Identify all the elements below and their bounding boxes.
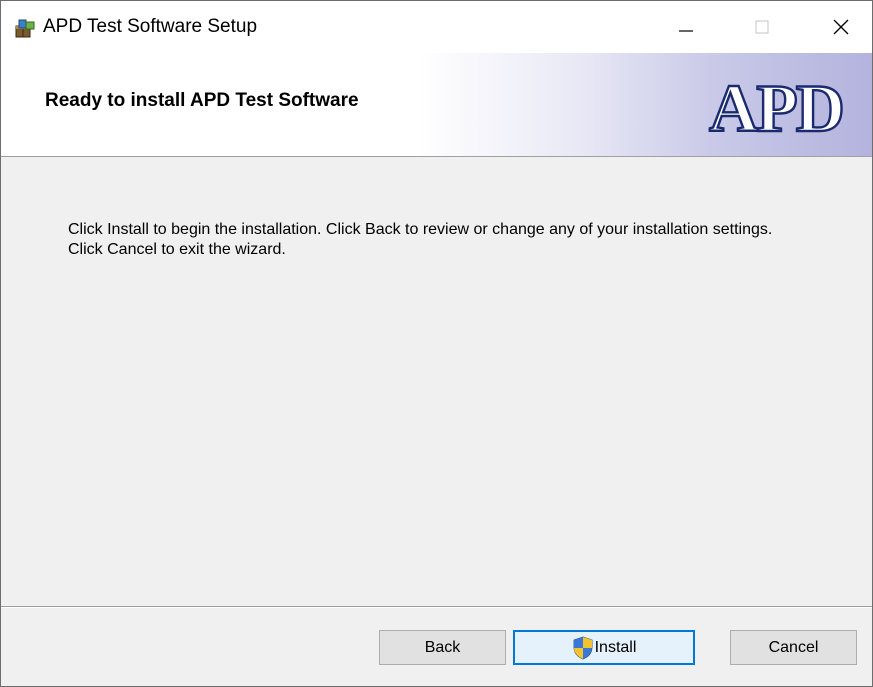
cancel-button-label: Cancel [768, 638, 819, 656]
window-title: APD Test Software Setup [43, 16, 258, 37]
install-button-label: Install [594, 638, 637, 656]
instructions-text: Click Install to begin the installation.… [68, 221, 773, 258]
apd-logo: APD [708, 69, 846, 147]
footer-divider [1, 606, 872, 608]
close-button[interactable] [818, 1, 864, 53]
title-bar[interactable]: APD Test Software Setup [1, 1, 872, 53]
svg-text:APD: APD [709, 70, 843, 146]
minimize-icon [679, 30, 693, 32]
setup-window: APD Test Software Setup Ready to install… [0, 0, 873, 687]
maximize-icon [755, 20, 769, 34]
install-button[interactable]: Install [513, 630, 695, 665]
cancel-button[interactable]: Cancel [730, 630, 857, 665]
maximize-button [739, 1, 785, 53]
header-banner: Ready to install APD Test Software APD [1, 53, 872, 157]
page-title: Ready to install APD Test Software [45, 90, 359, 111]
close-icon [833, 19, 849, 35]
back-button[interactable]: Back [379, 630, 506, 665]
back-button-label: Back [424, 638, 461, 656]
installer-package-icon [15, 19, 35, 38]
minimize-button[interactable] [663, 1, 709, 53]
uac-shield-icon [573, 636, 592, 659]
